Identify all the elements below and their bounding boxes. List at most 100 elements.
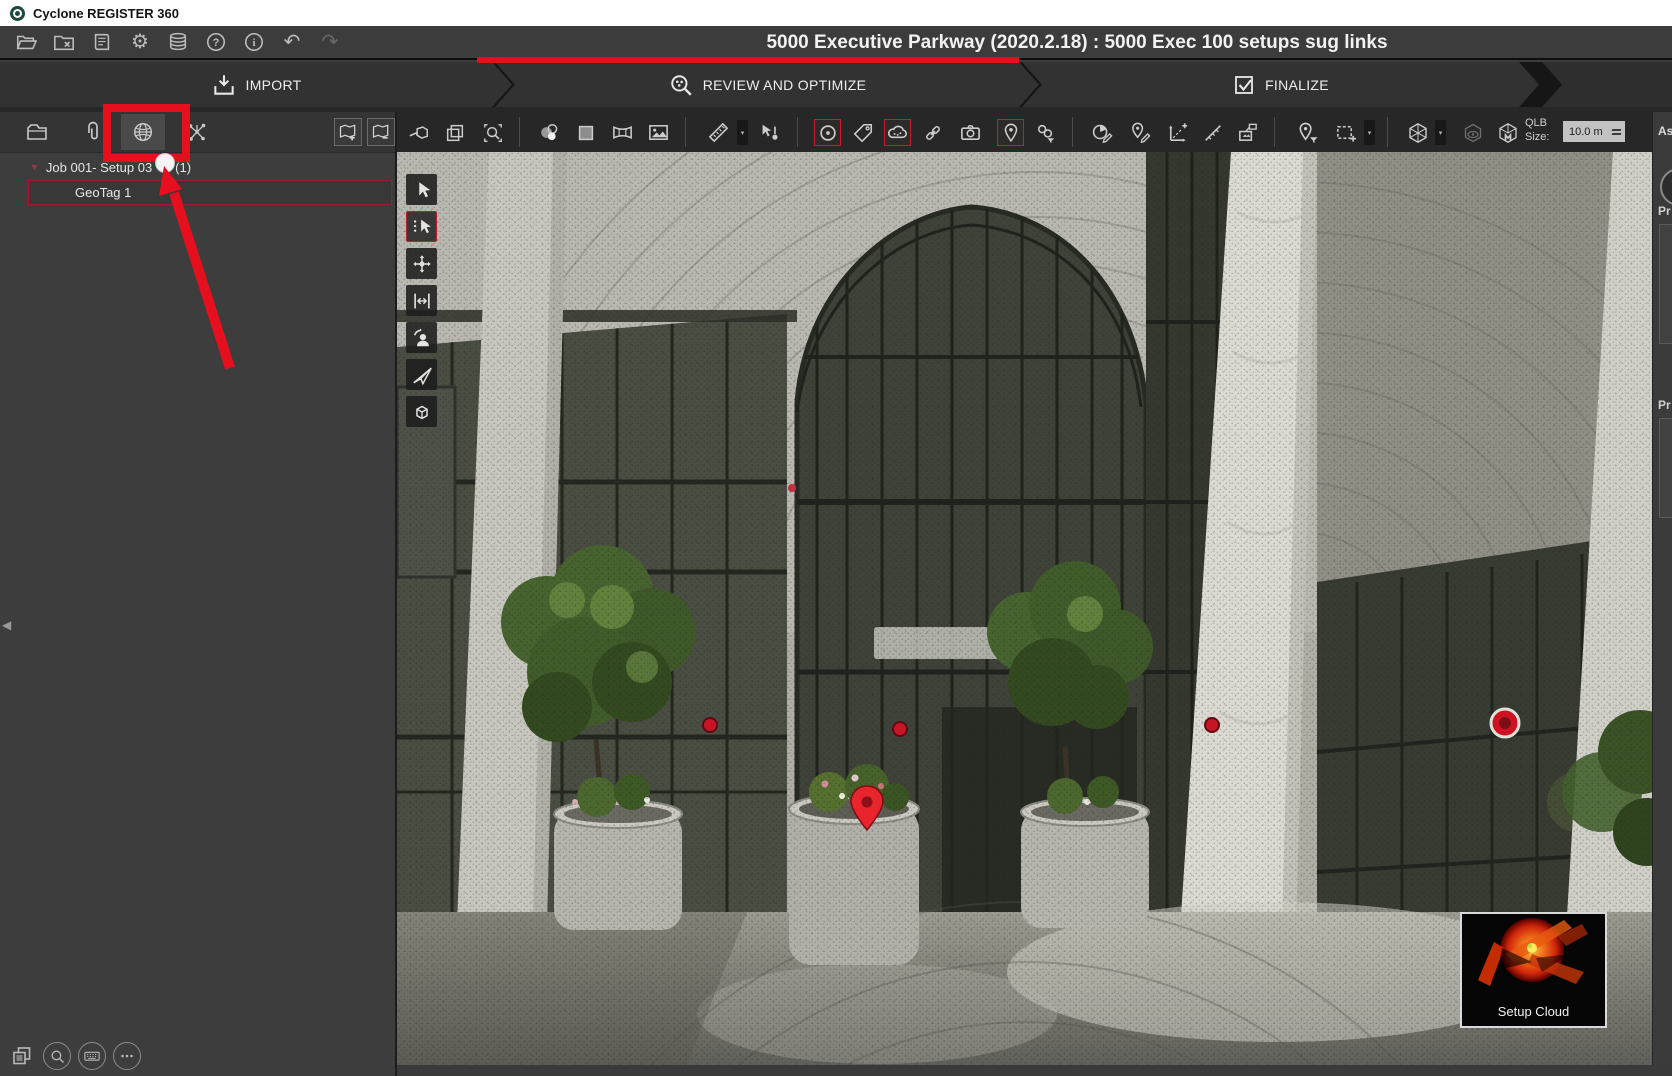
pick-point-tool[interactable] [406, 211, 437, 242]
right-panel-header: As [1658, 124, 1672, 138]
panorama-view-icon[interactable] [609, 119, 636, 146]
setup-cloud-caption: Setup Cloud [1462, 1004, 1605, 1019]
app-logo-icon [10, 6, 25, 21]
tab-finalize-label: FINALIZE [1265, 77, 1329, 93]
edit-colors-icon[interactable] [1089, 119, 1116, 146]
left-panel: ▼ Job 001- Setup 03 (1) GeoTag 1 ◀ [0, 112, 397, 1076]
tab-import[interactable]: IMPORT [0, 62, 512, 107]
help-icon[interactable] [204, 30, 228, 54]
measure-dropdown-caret[interactable]: ▾ [737, 120, 748, 145]
solid-fill-icon[interactable] [572, 119, 599, 146]
geotag-label: GeoTag 1 [75, 185, 131, 200]
add-map-icon [338, 122, 358, 142]
export-view-icon[interactable] [1234, 119, 1261, 146]
qlb-size-input[interactable]: 10.0 m [1563, 121, 1625, 142]
panel-collapse-arrow[interactable]: ◀ [2, 618, 11, 632]
pan-icon [411, 290, 433, 312]
tag-toggle-icon[interactable] [849, 119, 876, 146]
limit-box-icon[interactable] [405, 119, 432, 146]
keyboard-button[interactable] [78, 1042, 106, 1070]
finalize-check-icon [1232, 73, 1256, 97]
add-map-button[interactable] [334, 118, 362, 146]
tab-review-and-optimize[interactable]: REVIEW AND OPTIMIZE [495, 62, 1039, 107]
measure-ruler-icon[interactable] [705, 119, 732, 146]
qlb-size-spinner[interactable] [1609, 124, 1623, 139]
duplicate-view-icon[interactable] [441, 119, 468, 146]
tab-project-folder[interactable] [15, 114, 59, 150]
remove-map-icon [371, 122, 391, 142]
tab-finalize[interactable]: FINALIZE [1022, 62, 1539, 107]
add-coordinates-icon[interactable] [1164, 119, 1191, 146]
white-cursor-dot-annotation [155, 153, 175, 173]
camera-icon[interactable] [957, 119, 984, 146]
app-title: Cyclone REGISTER 360 [33, 6, 179, 21]
open-project-icon[interactable] [14, 30, 38, 54]
red-rectangle-annotation [103, 104, 190, 162]
thumbnail-view-button[interactable] [8, 1042, 36, 1070]
geotag-toggle-icon[interactable] [997, 119, 1024, 146]
remove-map-button[interactable] [367, 118, 395, 146]
left-panel-tab-strip [0, 112, 395, 153]
project-folder-icon [25, 120, 49, 144]
search-button[interactable] [43, 1042, 71, 1070]
project-title: 5000 Executive Parkway (2020.2.18) : 500… [560, 32, 1594, 54]
setup-cloud-heatmap [1462, 914, 1605, 998]
qlb-size-value: 10.0 m [1569, 126, 1603, 138]
keyboard-icon [83, 1047, 101, 1065]
setup-marker-toggle-icon[interactable] [814, 119, 841, 146]
import-tray-icon [211, 72, 237, 98]
bottom-strip [397, 1065, 1672, 1076]
storage-database-icon[interactable] [166, 30, 190, 54]
tree-item-job-setup[interactable]: ▼ Job 001- Setup 03 (1) [0, 155, 395, 179]
viewcube-wire-icon[interactable] [1404, 119, 1431, 146]
tab-review-label: REVIEW AND OPTIMIZE [703, 77, 867, 93]
settings-gear-icon[interactable]: ⚙ [128, 30, 152, 54]
geotag-filter-icon[interactable] [1294, 119, 1321, 146]
thumbnail-view-icon [10, 1044, 34, 1068]
right-panel-section-label: Pr [1658, 398, 1671, 412]
report-icon[interactable] [90, 30, 114, 54]
more-options-button[interactable] [113, 1042, 141, 1070]
viewcube-dropdown-caret[interactable]: ▾ [1435, 120, 1446, 145]
cyclone-register-360-window: Cyclone REGISTER 360 ⚙ ↶ ↷ 5000 Executiv… [0, 0, 1672, 1076]
marker-filter-icon[interactable] [1032, 119, 1059, 146]
measure-line-icon[interactable] [1199, 119, 1226, 146]
title-bar: Cyclone REGISTER 360 [0, 0, 1672, 26]
select-dropdown-caret[interactable]: ▾ [1364, 120, 1375, 145]
search-icon [49, 1048, 66, 1065]
orbit-icon [411, 253, 433, 275]
color-mode-icon[interactable] [535, 119, 562, 146]
fly-icon [411, 364, 433, 386]
right-panel-box [1659, 418, 1672, 518]
tab-import-label: IMPORT [246, 77, 302, 93]
orbit-tool[interactable] [406, 248, 437, 279]
info-icon[interactable] [242, 30, 266, 54]
point-cloud-toggle-icon[interactable] [884, 119, 911, 146]
look-around-tool[interactable] [406, 322, 437, 353]
tree-expander-icon[interactable]: ▼ [30, 162, 39, 172]
qlb-size-label: QLB Size: [1525, 117, 1549, 145]
red-underline-annotation [477, 57, 1019, 63]
link-icon[interactable] [919, 119, 946, 146]
right-panel-box [1659, 224, 1672, 344]
cursor-temperature-icon[interactable] [755, 119, 782, 146]
setup-cloud-thumbnail[interactable]: Setup Cloud [1460, 912, 1607, 1028]
pan-tool[interactable] [406, 285, 437, 316]
review-magnifier-icon [668, 72, 694, 98]
fly-tool[interactable] [406, 359, 437, 390]
select-cursor-tool[interactable] [406, 174, 437, 205]
more-options-icon [118, 1047, 136, 1065]
right-panel-avatar [1660, 168, 1672, 206]
rect-select-icon[interactable] [1332, 119, 1359, 146]
image-view-icon[interactable] [645, 119, 672, 146]
zoom-to-selection-icon[interactable] [479, 119, 506, 146]
viewcube-m-icon[interactable] [1494, 119, 1521, 146]
view-cube-tool[interactable] [406, 396, 437, 427]
edit-geotag-icon[interactable] [1127, 119, 1154, 146]
undo-icon[interactable]: ↶ [280, 30, 304, 54]
navigation-tool-palette [406, 174, 437, 427]
point-cloud-viewport[interactable]: Setup Cloud [397, 152, 1652, 1065]
right-panel-collapsed: As Pr Pr [1652, 112, 1672, 1076]
close-project-icon[interactable] [52, 30, 76, 54]
list-item-geotag[interactable]: GeoTag 1 [28, 180, 392, 205]
